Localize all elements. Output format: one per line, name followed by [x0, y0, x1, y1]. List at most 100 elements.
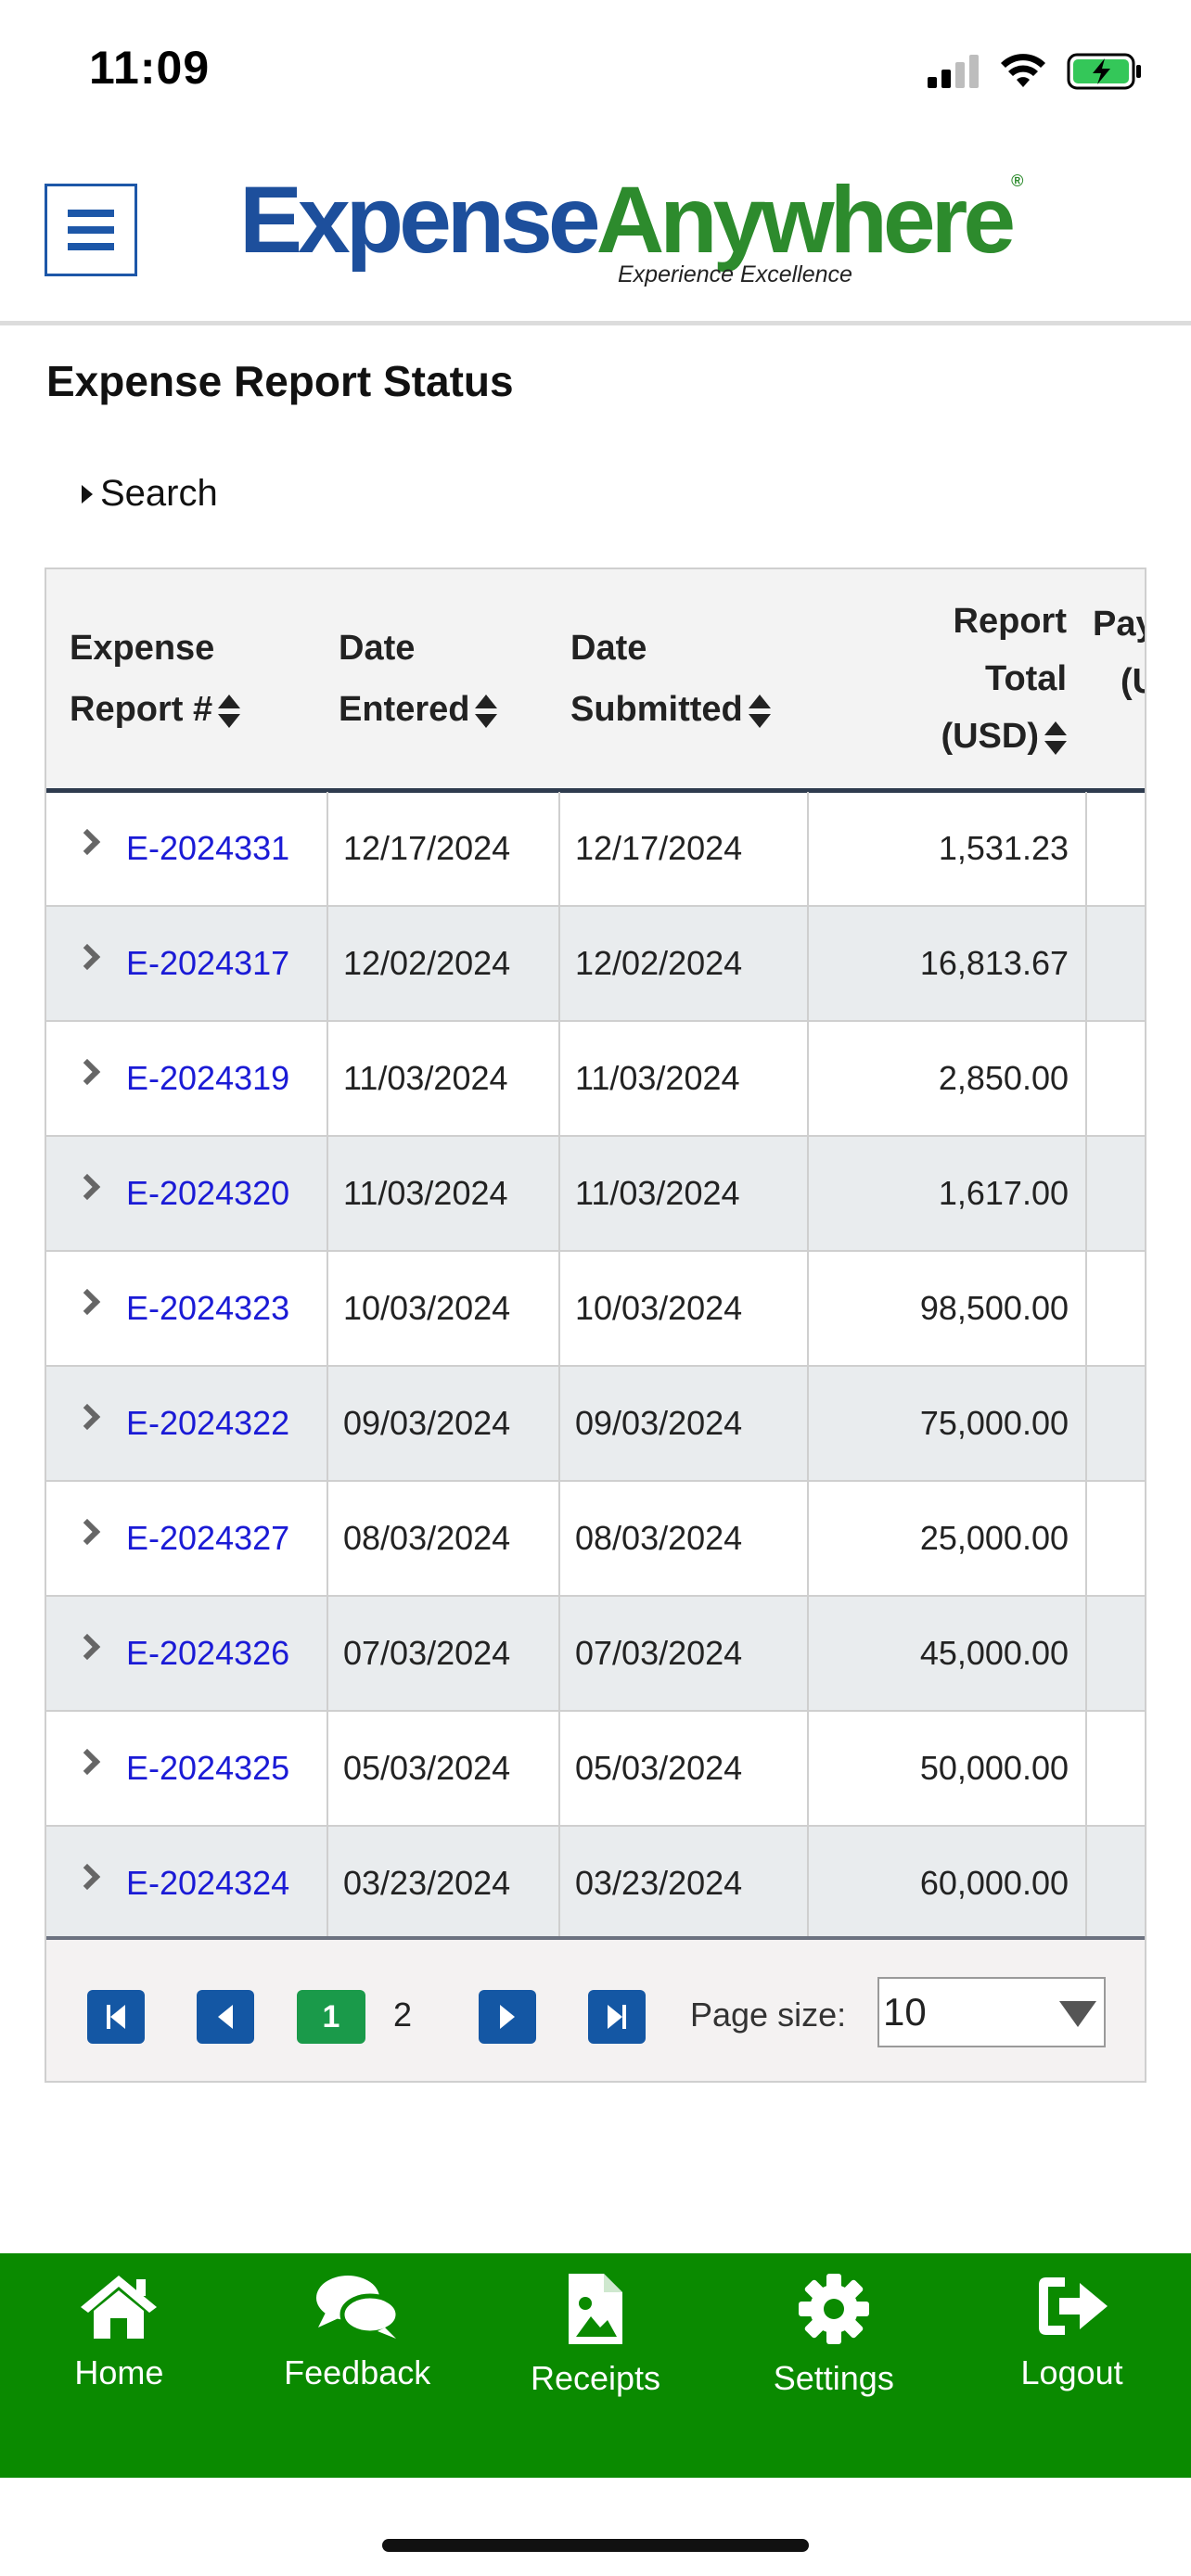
gear-icon	[798, 2274, 869, 2344]
tab-receipts[interactable]: Receipts	[477, 2253, 715, 2478]
date-entered-cell: 03/23/2024	[327, 1827, 558, 1940]
first-page-button[interactable]	[87, 1990, 145, 2044]
date-submitted-cell: 05/03/2024	[558, 1712, 807, 1825]
table-row: E-2024326 07/03/2024 07/03/2024 45,000.00	[46, 1597, 1145, 1712]
last-page-icon	[608, 2005, 622, 2029]
report-number-link[interactable]: E-2024320	[126, 1137, 327, 1250]
logo-word-anywhere: Anywhere	[596, 167, 1016, 273]
report-number-link[interactable]: E-2024322	[126, 1367, 327, 1480]
hamburger-menu-button[interactable]	[45, 184, 137, 276]
date-entered-cell: 12/17/2024	[327, 792, 558, 905]
expense-report-table: Expense Report # Date Entered Date Submi…	[45, 567, 1146, 2083]
date-submitted-cell: 10/03/2024	[558, 1252, 807, 1365]
menu-bar-line	[68, 243, 114, 250]
last-page-button[interactable]	[588, 1990, 646, 2044]
expand-row-chevron-icon[interactable]	[73, 1748, 101, 1776]
expand-row-chevron-icon[interactable]	[73, 1863, 101, 1891]
date-entered-cell: 11/03/2024	[327, 1022, 558, 1135]
paid-amount-cell	[1085, 1827, 1145, 1940]
tab-settings-label: Settings	[773, 2359, 894, 2397]
logo-trademark: ®	[1011, 172, 1024, 190]
column-header-date-submitted[interactable]: Date Submitted	[570, 569, 839, 788]
date-submitted-cell: 12/17/2024	[558, 792, 807, 905]
expand-row-chevron-icon[interactable]	[73, 828, 101, 856]
report-total-cell: 1,617.00	[807, 1137, 1085, 1250]
status-time: 11:09	[89, 42, 211, 94]
date-submitted-cell: 09/03/2024	[558, 1367, 807, 1480]
receipt-image-icon	[568, 2274, 622, 2344]
tab-settings[interactable]: Settings	[714, 2253, 953, 2478]
current-page-button[interactable]: 1	[297, 1990, 365, 2044]
search-toggle[interactable]: Search	[82, 473, 218, 515]
sort-icon	[218, 694, 241, 728]
date-submitted-cell: 12/02/2024	[558, 907, 807, 1020]
report-total-cell: 45,000.00	[807, 1597, 1085, 1710]
table-row: E-2024322 09/03/2024 09/03/2024 75,000.00	[46, 1367, 1145, 1482]
wifi-icon	[1001, 54, 1045, 87]
caret-right-icon	[82, 484, 93, 504]
date-submitted-cell: 07/03/2024	[558, 1597, 807, 1710]
date-submitted-cell: 08/03/2024	[558, 1482, 807, 1595]
tab-feedback[interactable]: Feedback	[238, 2253, 477, 2478]
table-row: E-2024320 11/03/2024 11/03/2024 1,617.00	[46, 1137, 1145, 1252]
report-number-link[interactable]: E-2024327	[126, 1482, 327, 1595]
report-number-link[interactable]: E-2024331	[126, 792, 327, 905]
next-page-icon	[500, 2005, 515, 2029]
sort-icon	[475, 694, 498, 728]
page-size-select[interactable]: 10	[877, 1977, 1106, 2047]
expand-row-chevron-icon[interactable]	[73, 1173, 101, 1201]
table-header: Expense Report # Date Entered Date Submi…	[46, 569, 1145, 793]
report-number-link[interactable]: E-2024324	[126, 1827, 327, 1940]
expand-row-chevron-icon[interactable]	[73, 1518, 101, 1546]
chat-bubbles-icon	[316, 2276, 401, 2339]
paid-amount-cell: 1,	[1085, 792, 1145, 905]
report-number-link[interactable]: E-2024325	[126, 1712, 327, 1825]
column-header-date-entered[interactable]: Date Entered	[339, 569, 561, 788]
date-submitted-cell: 11/03/2024	[558, 1137, 807, 1250]
tab-home[interactable]: Home	[0, 2253, 238, 2478]
expand-row-chevron-icon[interactable]	[73, 943, 101, 971]
sort-icon	[1044, 721, 1067, 755]
expand-row-chevron-icon[interactable]	[73, 1058, 101, 1086]
logo-word-expense: Expense	[239, 167, 601, 273]
pagination-bar: 1 2 Page size: 10	[46, 1936, 1145, 2081]
tab-logout[interactable]: Logout	[953, 2253, 1191, 2478]
table-row: E-2024319 11/03/2024 11/03/2024 2,850.00	[46, 1022, 1145, 1137]
column-header-report-number[interactable]: Expense Report #	[70, 569, 329, 788]
cellular-signal-icon	[928, 55, 979, 88]
date-entered-cell: 12/02/2024	[327, 907, 558, 1020]
report-total-cell: 60,000.00	[807, 1827, 1085, 1940]
search-toggle-label: Search	[100, 473, 218, 514]
report-total-cell: 25,000.00	[807, 1482, 1085, 1595]
date-entered-cell: 09/03/2024	[327, 1367, 558, 1480]
table-row: E-2024317 12/02/2024 12/02/2024 16,813.67	[46, 907, 1145, 1022]
report-number-link[interactable]: E-2024317	[126, 907, 327, 1020]
expand-row-chevron-icon[interactable]	[73, 1288, 101, 1316]
report-number-link[interactable]: E-2024319	[126, 1022, 327, 1135]
column-header-report-total[interactable]: Report Total (USD)	[835, 569, 1067, 788]
page-title: Expense Report Status	[46, 357, 514, 405]
dropdown-arrow-icon	[1059, 2001, 1096, 2027]
date-submitted-cell: 03/23/2024	[558, 1827, 807, 1940]
table-row: E-2024324 03/23/2024 03/23/2024 60,000.00	[46, 1827, 1145, 1942]
table-row: E-202433112/17/202412/17/20241,531.231,	[46, 792, 1145, 907]
date-entered-cell: 11/03/2024	[327, 1137, 558, 1250]
previous-page-button[interactable]	[197, 1990, 254, 2044]
report-number-link[interactable]: E-2024326	[126, 1597, 327, 1710]
page-size-label: Page size:	[690, 1996, 847, 2034]
expand-row-chevron-icon[interactable]	[73, 1633, 101, 1661]
paid-amount-cell	[1085, 1367, 1145, 1480]
expand-row-chevron-icon[interactable]	[73, 1403, 101, 1431]
page-2-link[interactable]: 2	[393, 1996, 412, 2034]
tab-feedback-label: Feedback	[284, 2353, 431, 2391]
menu-bar-line	[68, 226, 114, 234]
sort-icon	[748, 694, 771, 728]
paid-amount-cell	[1085, 1597, 1145, 1710]
tab-receipts-label: Receipts	[530, 2359, 661, 2397]
column-header-paid[interactable]: Pay (U	[1093, 569, 1145, 788]
status-bar: 11:09	[0, 0, 1191, 139]
next-page-button[interactable]	[479, 1990, 536, 2044]
report-total-cell: 16,813.67	[807, 907, 1085, 1020]
report-number-link[interactable]: E-2024323	[126, 1252, 327, 1365]
app-header: ExpenseAnywhere® Experience Excellence	[0, 139, 1191, 325]
